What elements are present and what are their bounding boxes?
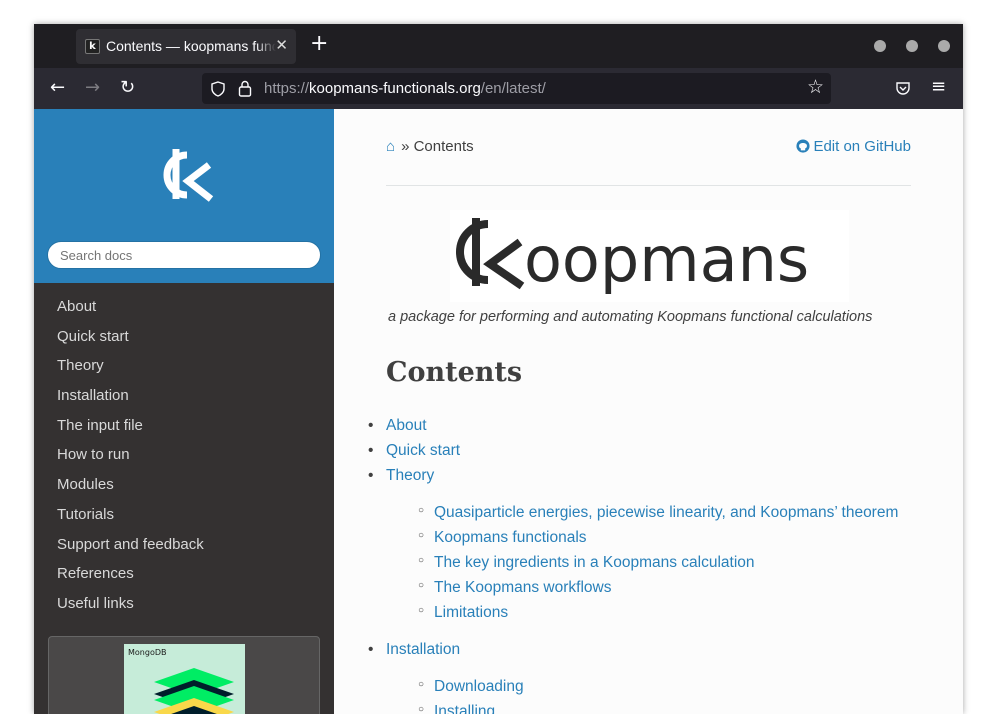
sidebar-item-theory[interactable]: Theory bbox=[57, 357, 204, 387]
sidebar-item-support[interactable]: Support and feedback bbox=[57, 536, 204, 566]
breadcrumb-separator: » bbox=[401, 138, 410, 155]
toc-installation-sub[interactable]: Downloading bbox=[418, 678, 524, 696]
edit-on-github-link[interactable]: Edit on GitHub bbox=[796, 138, 911, 155]
breadcrumb-current: Contents bbox=[413, 138, 474, 155]
toc-link[interactable]: About bbox=[386, 417, 427, 434]
home-icon[interactable]: ⌂ bbox=[386, 138, 395, 155]
github-icon bbox=[796, 139, 810, 153]
lock-icon[interactable] bbox=[238, 80, 252, 97]
reload-icon[interactable]: ↻ bbox=[120, 78, 135, 98]
url-text[interactable]: https://koopmans-functionals.org/en/late… bbox=[264, 80, 546, 97]
toc-link[interactable]: Quick start bbox=[386, 442, 460, 459]
shield-icon[interactable] bbox=[211, 81, 225, 97]
forward-arrow-icon[interactable]: → bbox=[85, 78, 100, 98]
maximize-icon[interactable] bbox=[906, 40, 918, 52]
sidebar-item-how-to-run[interactable]: How to run bbox=[57, 446, 204, 476]
browser-window: k Contents — koopmans functionals ✕ + ← … bbox=[34, 24, 963, 714]
minimize-icon[interactable] bbox=[874, 40, 886, 52]
koopmans-banner: oopmans bbox=[450, 210, 849, 302]
toc-installation[interactable]: Installation bbox=[368, 641, 460, 659]
sponsor-ad[interactable]: MongoDB bbox=[48, 636, 320, 714]
breadcrumb: ⌂ » Contents bbox=[386, 138, 474, 155]
page-title: Contents bbox=[386, 357, 523, 388]
toc-link[interactable]: Theory bbox=[386, 467, 434, 484]
toc-link[interactable]: Quasiparticle energies, piecewise linear… bbox=[434, 504, 898, 521]
toc-theory-sub[interactable]: The Koopmans workflows bbox=[418, 579, 612, 597]
toc-theory-sub[interactable]: Koopmans functionals bbox=[418, 529, 587, 547]
ad-label: MongoDB bbox=[128, 648, 167, 657]
window-close-icon[interactable] bbox=[938, 40, 950, 52]
sidebar-item-input-file[interactable]: The input file bbox=[57, 417, 204, 447]
favicon-icon: k bbox=[85, 39, 100, 54]
sidebar-item-tutorials[interactable]: Tutorials bbox=[57, 506, 204, 536]
toc-about[interactable]: About bbox=[368, 417, 427, 435]
toc-link[interactable]: The key ingredients in a Koopmans calcul… bbox=[434, 554, 755, 571]
sidebar-item-references[interactable]: References bbox=[57, 565, 204, 595]
url-host: koopmans-functionals.org bbox=[309, 80, 481, 97]
toc-theory[interactable]: Theory bbox=[368, 467, 434, 485]
toc-theory-sub[interactable]: Quasiparticle energies, piecewise linear… bbox=[418, 504, 898, 522]
koopmans-banner-logo: oopmans bbox=[456, 218, 809, 296]
search-input[interactable] bbox=[47, 241, 321, 269]
main-content: ⌂ » Contents Edit on GitHub oopmans a pac… bbox=[334, 109, 963, 714]
new-tab-icon[interactable]: + bbox=[310, 33, 328, 55]
ad-image[interactable]: MongoDB bbox=[124, 644, 245, 714]
toc-link[interactable]: Limitations bbox=[434, 604, 508, 621]
url-scheme: https:// bbox=[264, 80, 310, 97]
toc-quick-start[interactable]: Quick start bbox=[368, 442, 460, 460]
koopmans-logo-icon[interactable] bbox=[154, 147, 214, 203]
tab-contents[interactable]: k Contents — koopmans functionals ✕ bbox=[76, 29, 296, 64]
sidebar-item-useful-links[interactable]: Useful links bbox=[57, 595, 204, 625]
nav-bar: ← → ↻ https://koopmans-functionals.org/e… bbox=[34, 68, 963, 109]
toc-theory-sub[interactable]: Limitations bbox=[418, 604, 508, 622]
toc-link[interactable]: Installation bbox=[386, 641, 460, 658]
tab-title: Contents — koopmans functionals bbox=[106, 38, 276, 54]
sidebar: About Quick start Theory Installation Th… bbox=[34, 109, 334, 714]
sidebar-header bbox=[34, 109, 334, 283]
close-icon[interactable]: ✕ bbox=[275, 36, 288, 54]
toc-link[interactable]: The Koopmans workflows bbox=[434, 579, 611, 596]
tab-bar: k Contents — koopmans functionals ✕ + bbox=[34, 24, 963, 68]
url-bar[interactable]: https://koopmans-functionals.org/en/late… bbox=[202, 73, 831, 104]
toc-link[interactable]: Downloading bbox=[434, 678, 524, 695]
toc-theory-sub[interactable]: The key ingredients in a Koopmans calcul… bbox=[418, 554, 755, 572]
menu-icon[interactable]: ≡ bbox=[931, 77, 946, 97]
sidebar-item-installation[interactable]: Installation bbox=[57, 387, 204, 417]
sidebar-item-quick-start[interactable]: Quick start bbox=[57, 328, 204, 358]
toc-link[interactable]: Koopmans functionals bbox=[434, 529, 587, 546]
sidebar-item-about[interactable]: About bbox=[57, 298, 204, 328]
divider bbox=[386, 185, 911, 186]
bookmark-star-icon[interactable]: ☆ bbox=[807, 76, 824, 98]
pocket-icon[interactable] bbox=[895, 80, 911, 96]
sidebar-item-modules[interactable]: Modules bbox=[57, 476, 204, 506]
banner-text: oopmans bbox=[524, 223, 809, 296]
edit-link-label: Edit on GitHub bbox=[813, 138, 911, 155]
url-path: /en/latest/ bbox=[480, 80, 546, 97]
toc-link[interactable]: Installing bbox=[434, 703, 495, 714]
sidebar-nav: About Quick start Theory Installation Th… bbox=[57, 298, 204, 625]
tagline: a package for performing and automating … bbox=[388, 309, 873, 325]
back-arrow-icon[interactable]: ← bbox=[50, 78, 65, 98]
toc-installation-sub[interactable]: Installing bbox=[418, 703, 495, 714]
stacked-layers-icon bbox=[154, 668, 234, 714]
